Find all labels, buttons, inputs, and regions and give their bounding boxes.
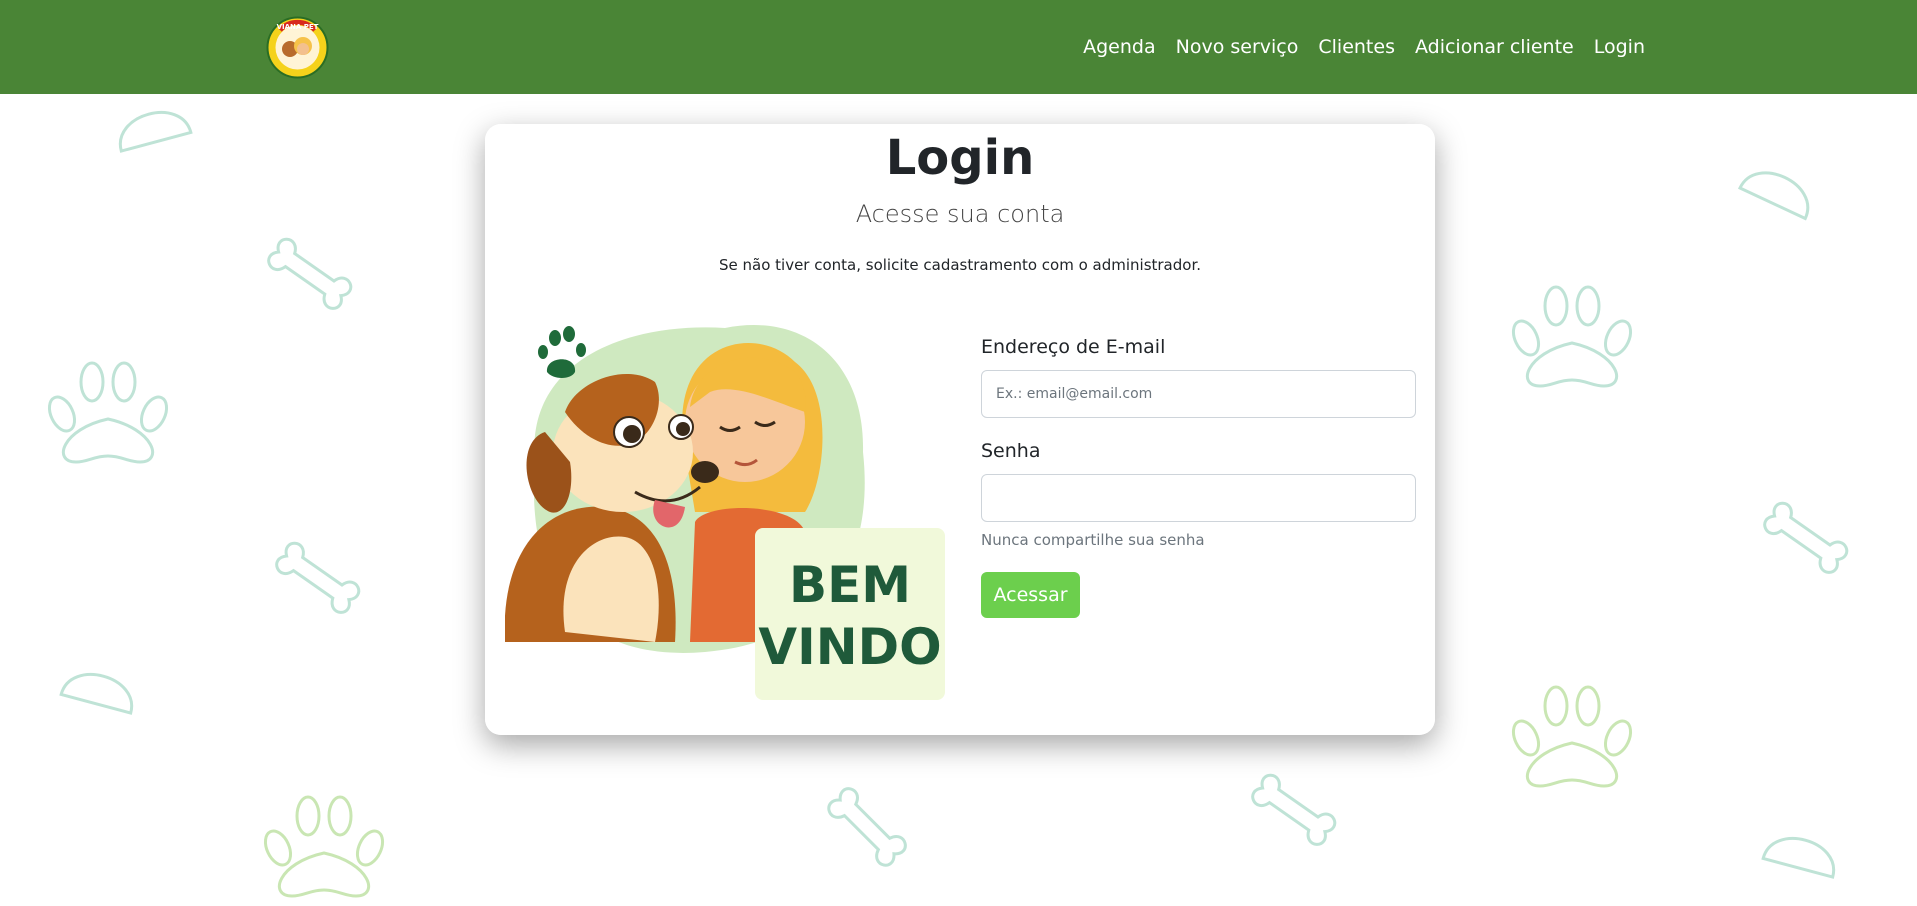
signup-note: Se não tiver conta, solicite cadastramen…	[718, 256, 1202, 274]
nav-login[interactable]: Login	[1594, 36, 1645, 58]
nav-clientes[interactable]: Clientes	[1318, 36, 1395, 58]
bowl-icon	[1738, 160, 1819, 220]
viana-pet-logo[interactable]: VIANA PET	[266, 16, 329, 79]
bowl-icon	[1761, 829, 1842, 879]
paw-icon	[258, 795, 390, 898]
svg-text:VINDO: VINDO	[758, 618, 941, 676]
bowl-icon	[112, 103, 193, 153]
bowl-icon	[59, 665, 140, 715]
password-label: Senha	[981, 440, 1041, 462]
page-subtitle: Acesse sua conta	[855, 200, 1065, 228]
bone-icon	[1759, 498, 1852, 578]
login-form: Endereço de E-mail Senha Nunca compartil…	[981, 336, 1416, 618]
email-field[interactable]	[981, 370, 1416, 418]
navbar: VIANA PET Agenda Novo serviço Clientes A…	[0, 0, 1917, 94]
nav-links: Agenda Novo serviço Clientes Adicionar c…	[1083, 0, 1645, 94]
bone-icon	[263, 234, 356, 314]
email-label: Endereço de E-mail	[981, 336, 1166, 358]
nav-adicionar-cliente[interactable]: Adicionar cliente	[1415, 36, 1574, 58]
svg-text:BEM: BEM	[789, 556, 911, 614]
paw-icon	[1506, 285, 1638, 388]
password-help: Nunca compartilhe sua senha	[981, 531, 1205, 549]
bone-icon	[823, 783, 911, 871]
paw-icon	[1506, 685, 1638, 788]
login-card: Login Acesse sua conta Se não tiver cont…	[485, 124, 1435, 735]
bone-icon	[271, 538, 364, 618]
paw-icon	[42, 361, 174, 464]
password-field[interactable]	[981, 474, 1416, 522]
svg-text:VIANA PET: VIANA PET	[277, 23, 319, 31]
page-title: Login	[885, 130, 1035, 186]
bone-icon	[1247, 770, 1340, 850]
nav-agenda[interactable]: Agenda	[1083, 36, 1156, 58]
submit-button[interactable]: Acessar	[981, 572, 1080, 618]
nav-novo-servico[interactable]: Novo serviço	[1176, 36, 1299, 58]
welcome-illustration: BEM VINDO	[505, 325, 945, 700]
